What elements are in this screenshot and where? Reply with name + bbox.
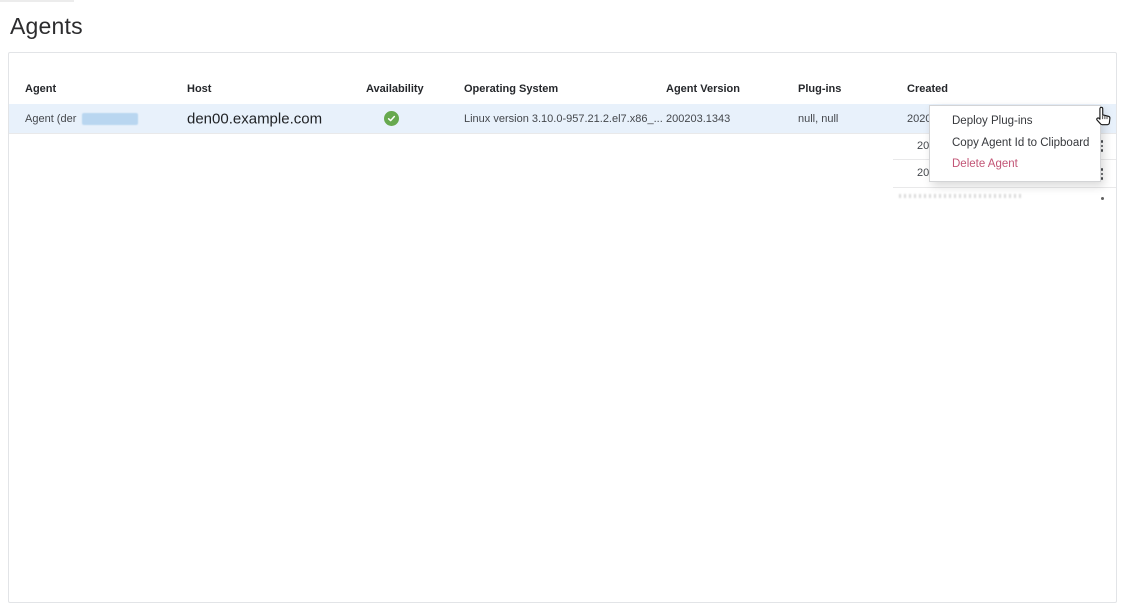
check-circle-icon [384,111,399,126]
row-actions-context-menu: Deploy Plug-ins Copy Agent Id to Clipboa… [929,105,1101,182]
menu-item-deploy-plugins[interactable]: Deploy Plug-ins [930,116,1100,128]
page-title: Agents [10,13,83,40]
operating-system-cell: Linux version 3.10.0-957.21.2.el7.x86_..… [464,113,663,125]
redacted-area [195,280,332,303]
agents-table: Agent Host Availability Operating System… [8,52,1117,603]
column-header-availability: Availability [366,83,424,95]
menu-item-copy-agent-id[interactable]: Copy Agent Id to Clipboard [930,138,1100,150]
column-header-plug-ins: Plug-ins [798,83,841,95]
screenshot-edge-artifact [0,0,74,2]
created-cell-fragment: 20 [917,167,929,179]
column-header-created: Created [907,83,948,95]
column-header-agent: Agent [25,83,56,95]
kebab-menu-icon-partial [1101,197,1104,200]
created-cell: 2020 [907,113,931,125]
column-header-agent-version: Agent Version [666,83,740,95]
agent-name: Agent (der [25,113,76,125]
column-header-operating-system: Operating System [464,83,558,95]
created-cell-fragment: 20 [917,140,929,152]
menu-item-delete-agent[interactable]: Delete Agent [930,159,1100,171]
redacted-agent-id [82,113,138,125]
agent-cell: Agent (der [25,113,138,125]
redacted-row-remnant [899,194,1021,198]
hand-cursor-icon [1093,105,1114,128]
agent-version-cell: 200203.1343 [666,113,730,125]
column-header-host: Host [187,83,211,95]
row-divider [893,187,1116,188]
plug-ins-cell: null, null [798,113,838,125]
host-cell: den00.example.com [187,110,322,127]
